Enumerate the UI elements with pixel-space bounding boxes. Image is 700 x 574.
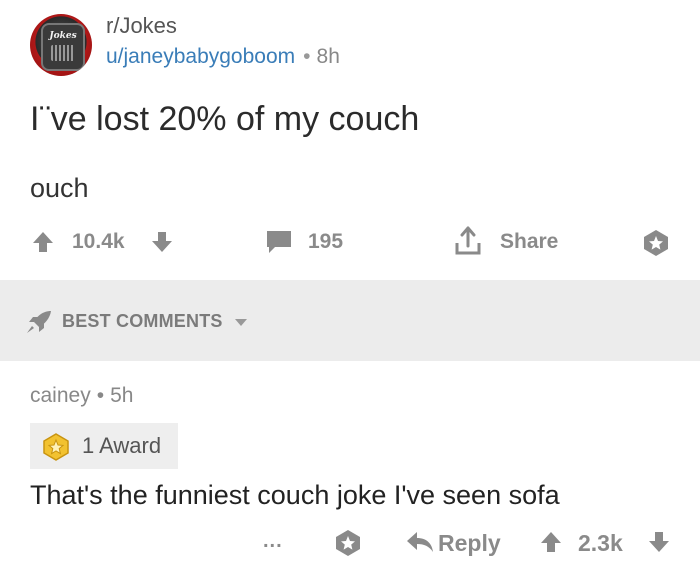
- subreddit-avatar[interactable]: Jokes: [30, 14, 92, 76]
- comment-bubble-icon: [267, 231, 291, 253]
- comment-time: 5h: [110, 384, 134, 407]
- reply-icon: [405, 530, 435, 559]
- save-award-button[interactable]: [641, 228, 671, 258]
- star-badge-icon: [644, 230, 668, 256]
- post-body: ouch: [30, 173, 89, 203]
- comment-downvote-button[interactable]: [648, 531, 670, 558]
- avatar-logo-text: Jokes: [49, 31, 77, 41]
- post-meta: u/janeybabygoboom • 8h: [106, 45, 340, 69]
- author-link[interactable]: u/janeybabygoboom: [106, 45, 295, 68]
- upvote-button[interactable]: [32, 231, 54, 253]
- avatar-grille: [51, 45, 75, 61]
- comment-score: 2.3k: [578, 530, 623, 556]
- post-time: 8h: [316, 45, 340, 68]
- share-icon: [455, 226, 481, 255]
- subreddit-name[interactable]: r/Jokes: [106, 13, 177, 39]
- comments-button[interactable]: [265, 229, 293, 255]
- upvote-arrow-icon: [541, 532, 561, 552]
- meta-separator: •: [303, 45, 311, 68]
- comment-meta-separator: •: [96, 384, 105, 407]
- share-button[interactable]: [454, 226, 482, 256]
- chevron-down-icon: [234, 319, 247, 327]
- upvote-arrow-icon: [33, 232, 53, 252]
- downvote-arrow-icon: [152, 232, 172, 252]
- star-badge-icon: [336, 530, 360, 556]
- comment-award-button[interactable]: [333, 528, 363, 563]
- comment-author[interactable]: cainey: [30, 384, 91, 407]
- rocket-icon: [25, 309, 53, 340]
- award-label: 1 Award: [82, 433, 162, 458]
- share-label[interactable]: Share: [500, 230, 558, 254]
- comment-count: 195: [308, 230, 344, 253]
- reply-button[interactable]: Reply: [438, 530, 501, 557]
- downvote-button[interactable]: [151, 231, 173, 253]
- post-title[interactable]: I¨ve lost 20% of my couch: [30, 100, 419, 139]
- sort-dropdown[interactable]: BEST COMMENTS: [62, 311, 248, 332]
- post-score: 10.4k: [72, 230, 125, 253]
- comment-meta: cainey • 5h: [30, 384, 133, 408]
- jukebox-icon: Jokes: [41, 23, 85, 71]
- comment-upvote-button[interactable]: [540, 531, 562, 558]
- comment-body: That's the funniest couch joke I've seen…: [30, 480, 560, 510]
- sort-label: BEST COMMENTS: [62, 311, 223, 331]
- gold-award-icon: [41, 432, 71, 467]
- downvote-arrow-icon: [649, 532, 669, 552]
- more-options-button[interactable]: ...: [263, 530, 283, 553]
